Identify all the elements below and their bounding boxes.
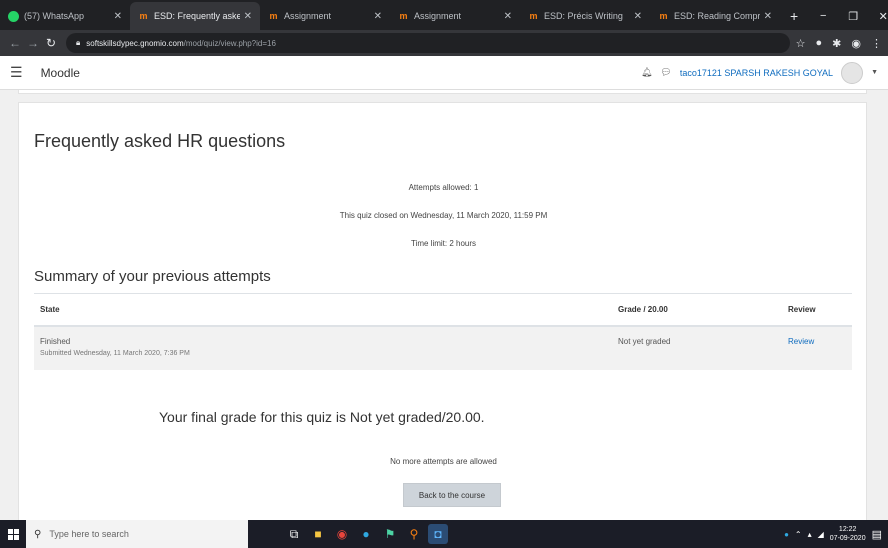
page-title: Frequently asked HR questions xyxy=(34,131,286,151)
column-header-grade: Grade / 20.00 xyxy=(612,293,782,327)
time-limit: Time limit: 2 hours xyxy=(410,239,477,248)
tab-label: ESD: Précis Writing xyxy=(544,11,623,21)
clock-time: 12:22 xyxy=(838,526,857,533)
previous-block-edge xyxy=(18,90,867,94)
browser-toolbar: ← → ↻ 🔒︎ softskillsdypec.gnomio.com /mod… xyxy=(0,30,888,56)
window-controls: − ❐ ✕ xyxy=(808,2,888,30)
tab-label: ESD: Frequently asked xyxy=(154,11,240,21)
attempt-state: Finished xyxy=(40,336,71,346)
submitted-date: Submitted Wednesday, 11 March 2020, 7:36… xyxy=(40,349,190,357)
url-host: softskillsdypec.gnomio.com xyxy=(86,38,184,48)
close-icon[interactable]: ✕ xyxy=(634,11,642,22)
close-icon[interactable]: ✕ xyxy=(764,11,772,22)
windows-start-icon[interactable] xyxy=(0,528,26,540)
moodle-icon: m xyxy=(399,11,408,21)
url-path: /mod/quiz/view.php?id=16 xyxy=(183,38,276,48)
moodle-navbar: ☰ Moodle 🔔︎ 💬︎ taco17121 SPARSH RAKESH G… xyxy=(0,56,888,90)
weather-icon[interactable]: ● xyxy=(784,530,789,539)
forward-icon[interactable]: → xyxy=(24,36,42,50)
back-to-course-button[interactable]: Back to the course xyxy=(403,483,501,507)
tab-label: ESD: Reading Comprehe... xyxy=(674,11,760,21)
close-icon[interactable]: ✕ xyxy=(114,11,122,22)
search-placeholder: Type here to search xyxy=(49,529,129,539)
windows-taskbar: ⚲ Type here to search ⧉ ■ ◉ ● ⚑ ⚲ ◘ ● ⌃ … xyxy=(0,520,888,548)
tab-precis-writing[interactable]: m ESD: Précis Writing ✕ xyxy=(520,2,650,30)
attempts-table: State Grade / 20.00 Review Finished Subm… xyxy=(34,293,852,370)
whatsapp-icon xyxy=(8,10,19,22)
clock-date: 07-09-2020 xyxy=(829,535,866,542)
tab-label: Assignment xyxy=(414,11,462,21)
bell-icon[interactable]: 🔔︎ xyxy=(641,67,652,78)
tab-reading-comprehension[interactable]: m ESD: Reading Comprehe... ✕ xyxy=(650,2,780,30)
puzzle-icon[interactable]: ✱ xyxy=(832,37,841,50)
tab-assignment-2[interactable]: m Assignment ✕ xyxy=(390,2,520,30)
search-icon: ⚲ xyxy=(34,528,42,540)
quiz-closed-date: This quiz closed on Wednesday, 11 March … xyxy=(339,211,548,220)
avatar[interactable] xyxy=(841,61,864,84)
close-icon[interactable]: ✕ xyxy=(244,11,252,22)
attempts-allowed: Attempts allowed: 1 xyxy=(408,183,479,192)
profile-icon[interactable]: ◉ xyxy=(851,37,861,50)
maps-icon[interactable]: ⚑ xyxy=(380,524,400,544)
star-icon[interactable]: ☆ xyxy=(796,37,806,50)
moodle-icon: m xyxy=(659,11,668,21)
tab-whatsapp[interactable]: (57) WhatsApp ✕ xyxy=(0,2,130,30)
main-region: Frequently asked HR questions Attempts a… xyxy=(18,102,867,520)
review-cell: Review xyxy=(782,325,852,370)
close-icon[interactable]: ✕ xyxy=(504,11,512,22)
chevron-down-icon[interactable]: ▼ xyxy=(871,69,878,76)
reload-icon[interactable]: ↻ xyxy=(42,36,60,50)
tab-label: Assignment xyxy=(284,11,332,21)
summary-heading: Summary of your previous attempts xyxy=(34,268,271,285)
system-tray: ● ⌃ ▴ ◢ 12:22 07-09-2020 ▤ xyxy=(784,525,888,543)
extension-icon[interactable]: ● xyxy=(816,37,823,49)
tab-esd-faq[interactable]: m ESD: Frequently asked ✕ xyxy=(130,2,260,30)
review-link[interactable]: Review xyxy=(788,337,814,346)
minimize-icon[interactable]: − xyxy=(808,10,838,22)
network-icon[interactable]: ▴ xyxy=(808,530,812,539)
column-header-review: Review xyxy=(782,293,852,327)
restore-icon[interactable]: ❐ xyxy=(838,10,868,23)
moodle-icon: m xyxy=(269,11,278,21)
no-more-attempts: No more attempts are allowed xyxy=(390,457,497,466)
browser-tab-strip: (57) WhatsApp ✕ m ESD: Frequently asked … xyxy=(0,0,888,30)
volume-icon[interactable]: ◢ xyxy=(818,530,824,539)
final-grade-text: Your final grade for this quiz is Not ye… xyxy=(159,409,485,425)
notification-icon[interactable]: ▤ xyxy=(872,528,882,541)
search-app-icon[interactable]: ⚲ xyxy=(404,524,424,544)
moodle-icon: m xyxy=(529,11,538,21)
chevron-up-icon[interactable]: ⌃ xyxy=(795,530,802,539)
user-name[interactable]: taco17121 SPARSH RAKESH GOYAL xyxy=(680,68,833,78)
chrome-icon[interactable]: ◉ xyxy=(332,524,352,544)
state-cell: Finished Submitted Wednesday, 11 March 2… xyxy=(34,325,612,370)
menu-dots-icon[interactable]: ⋮ xyxy=(871,37,882,50)
edge-icon[interactable]: ● xyxy=(356,524,376,544)
taskbar-search[interactable]: ⚲ Type here to search xyxy=(26,520,248,548)
app-icon[interactable]: ◘ xyxy=(428,524,448,544)
file-explorer-icon[interactable]: ■ xyxy=(308,524,328,544)
moodle-icon: m xyxy=(139,11,148,21)
table-row: Finished Submitted Wednesday, 11 March 2… xyxy=(34,325,852,370)
close-icon[interactable]: ✕ xyxy=(374,11,382,22)
back-icon[interactable]: ← xyxy=(6,36,24,50)
tab-assignment-1[interactable]: m Assignment ✕ xyxy=(260,2,390,30)
tab-label: (57) WhatsApp xyxy=(24,11,85,21)
chat-icon[interactable]: 💬︎ xyxy=(660,67,671,78)
lock-icon: 🔒︎ xyxy=(76,38,81,47)
grade-cell: Not yet graded xyxy=(612,325,782,370)
column-header-state: State xyxy=(34,293,612,327)
hamburger-menu-icon[interactable]: ☰ xyxy=(10,64,23,81)
task-view-icon[interactable]: ⧉ xyxy=(284,524,304,544)
address-bar[interactable]: 🔒︎ softskillsdypec.gnomio.com /mod/quiz/… xyxy=(66,33,790,53)
site-brand[interactable]: Moodle xyxy=(41,66,80,80)
page-body: Frequently asked HR questions Attempts a… xyxy=(0,90,888,520)
new-tab-button[interactable]: + xyxy=(780,2,808,30)
clock[interactable]: 12:22 07-09-2020 xyxy=(830,525,866,543)
close-window-icon[interactable]: ✕ xyxy=(868,10,888,23)
